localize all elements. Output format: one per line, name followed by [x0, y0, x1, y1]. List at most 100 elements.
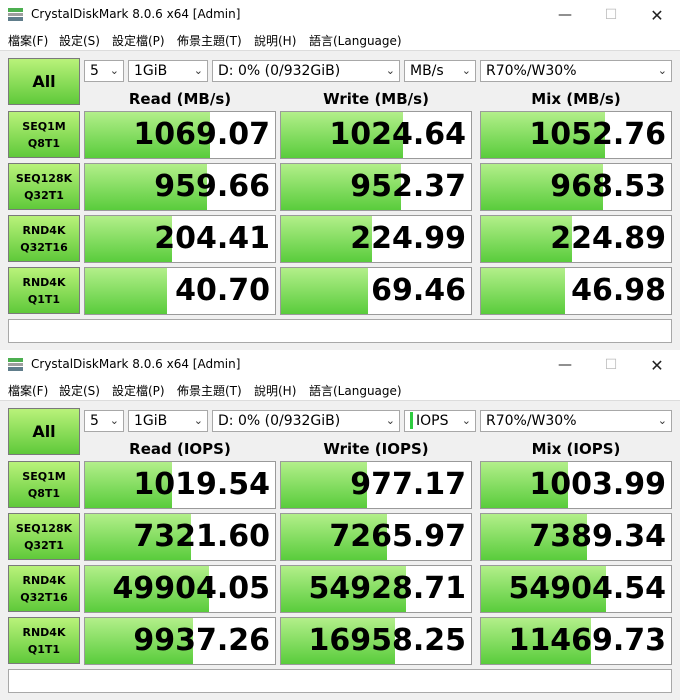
- test-params: Q1T1: [27, 292, 61, 306]
- all-button[interactable]: All: [8, 58, 80, 105]
- result-value: 7265.97: [329, 519, 466, 554]
- chevron-down-icon: ⌄: [193, 64, 203, 77]
- chevron-down-icon: ⌄: [109, 64, 119, 77]
- test-button[interactable]: SEQ128K Q32T1: [8, 513, 80, 560]
- unit-select[interactable]: IOPS ⌄: [404, 410, 476, 432]
- result-value: 16958.25: [308, 623, 466, 658]
- menu-item[interactable]: 說明(H): [254, 32, 296, 49]
- chevron-down-icon: ⌄: [385, 414, 395, 427]
- unit-select[interactable]: MB/s ⌄: [404, 60, 476, 82]
- result-value: 224.89: [550, 221, 666, 256]
- column-header: Write (MB/s): [323, 90, 429, 108]
- test-size-select[interactable]: 1GiB ⌄: [128, 60, 208, 82]
- test-button[interactable]: SEQ1M Q8T1: [8, 111, 80, 158]
- window-title: CrystalDiskMark 8.0.6 x64 [Admin]: [31, 7, 241, 21]
- maximize-icon[interactable]: ☐: [588, 0, 634, 30]
- cdm-window: CrystalDiskMark 8.0.6 x64 [Admin] — ☐ ✕ …: [0, 350, 680, 700]
- column-header: Write (IOPS): [323, 440, 429, 458]
- result-cell: 46.98: [480, 267, 672, 315]
- comment-field[interactable]: [8, 669, 672, 693]
- result-value: 46.98: [571, 273, 666, 308]
- drive-select[interactable]: D: 0% (0/932GiB) ⌄: [212, 410, 400, 432]
- menu-item[interactable]: 語言(Language): [309, 32, 402, 49]
- test-button[interactable]: RND4K Q32T16: [8, 565, 80, 612]
- minimize-icon[interactable]: —: [542, 0, 588, 30]
- result-value: 40.70: [175, 273, 270, 308]
- test-params: Q1T1: [27, 642, 61, 656]
- test-button[interactable]: SEQ128K Q32T1: [8, 163, 80, 210]
- menu-item[interactable]: 語言(Language): [309, 382, 402, 399]
- comment-field[interactable]: [8, 319, 672, 343]
- menu-item[interactable]: 設定檔(P): [112, 382, 165, 399]
- result-value: 1052.76: [529, 117, 666, 152]
- benchmark-panel: All 5 ⌄ 1GiB ⌄ D: 0% (0/932GiB) ⌄ MB/s ⌄ R70…: [0, 50, 680, 350]
- result-cell: 54904.54: [480, 565, 672, 613]
- score-bar: [281, 268, 369, 314]
- result-cell: 1024.64: [280, 111, 472, 159]
- menu-item[interactable]: 檔案(F): [8, 382, 48, 399]
- chevron-down-icon: ⌄: [657, 64, 667, 77]
- test-count-select[interactable]: 5 ⌄: [84, 60, 124, 82]
- menu-item[interactable]: 設定(S): [59, 32, 100, 49]
- test-params: Q32T1: [24, 188, 64, 202]
- profile-select[interactable]: R70%/W30% ⌄: [480, 410, 672, 432]
- chevron-down-icon: ⌄: [109, 414, 119, 427]
- test-size-select[interactable]: 1GiB ⌄: [128, 410, 208, 432]
- test-count-select[interactable]: 5 ⌄: [84, 410, 124, 432]
- result-cell: 1019.54: [84, 461, 276, 509]
- test-name: SEQ128K: [15, 171, 73, 185]
- text-cursor: [410, 411, 413, 429]
- result-cell: 952.37: [280, 163, 472, 211]
- result-value: 959.66: [154, 169, 270, 204]
- result-value: 54904.54: [508, 571, 666, 606]
- app-icon: [8, 358, 23, 371]
- menu-item[interactable]: 檔案(F): [8, 32, 48, 49]
- menu-item[interactable]: 佈景主題(T): [177, 32, 242, 49]
- result-cell: 7389.34: [480, 513, 672, 561]
- window-title: CrystalDiskMark 8.0.6 x64 [Admin]: [31, 357, 241, 371]
- test-params: Q8T1: [27, 136, 61, 150]
- score-bar: [481, 268, 565, 314]
- column-header: Read (IOPS): [129, 440, 231, 458]
- result-cell: 959.66: [84, 163, 276, 211]
- benchmark-panel: All 5 ⌄ 1GiB ⌄ D: 0% (0/932GiB) ⌄ IOPS ⌄ R70…: [0, 400, 680, 700]
- result-value: 7321.60: [133, 519, 270, 554]
- all-button[interactable]: All: [8, 408, 80, 455]
- maximize-icon[interactable]: ☐: [588, 350, 634, 380]
- result-cell: 204.41: [84, 215, 276, 263]
- test-button[interactable]: RND4K Q32T16: [8, 215, 80, 262]
- result-cell: 224.99: [280, 215, 472, 263]
- menu-bar: 檔案(F) 設定(S) 設定檔(P) 佈景主題(T) 說明(H) 語言(Language): [0, 30, 680, 50]
- menu-item[interactable]: 設定(S): [59, 382, 100, 399]
- close-icon[interactable]: ✕: [634, 350, 680, 380]
- test-button[interactable]: RND4K Q1T1: [8, 617, 80, 664]
- close-icon[interactable]: ✕: [634, 0, 680, 30]
- profile-select[interactable]: R70%/W30% ⌄: [480, 60, 672, 82]
- result-cell: 1003.99: [480, 461, 672, 509]
- result-value: 1069.07: [133, 117, 270, 152]
- test-params: Q32T1: [24, 538, 64, 552]
- menu-item[interactable]: 佈景主題(T): [177, 382, 242, 399]
- chevron-down-icon: ⌄: [385, 64, 395, 77]
- test-params: Q8T1: [27, 486, 61, 500]
- test-name: RND4K: [22, 223, 66, 237]
- result-cell: 54928.71: [280, 565, 472, 613]
- result-value: 968.53: [550, 169, 666, 204]
- test-button[interactable]: RND4K Q1T1: [8, 267, 80, 314]
- result-cell: 69.46: [280, 267, 472, 315]
- minimize-icon[interactable]: —: [542, 350, 588, 380]
- title-bar: CrystalDiskMark 8.0.6 x64 [Admin] — ☐ ✕: [0, 350, 680, 380]
- title-bar: CrystalDiskMark 8.0.6 x64 [Admin] — ☐ ✕: [0, 0, 680, 30]
- result-value: 54928.71: [308, 571, 466, 606]
- drive-select[interactable]: D: 0% (0/932GiB) ⌄: [212, 60, 400, 82]
- test-name: SEQ1M: [22, 469, 66, 483]
- column-header: Mix (IOPS): [531, 440, 621, 458]
- result-value: 1019.54: [133, 467, 270, 502]
- result-value: 11469.73: [508, 623, 666, 658]
- result-value: 9937.26: [133, 623, 270, 658]
- result-cell: 11469.73: [480, 617, 672, 665]
- test-button[interactable]: SEQ1M Q8T1: [8, 461, 80, 508]
- menu-item[interactable]: 設定檔(P): [112, 32, 165, 49]
- menu-item[interactable]: 說明(H): [254, 382, 296, 399]
- result-cell: 977.17: [280, 461, 472, 509]
